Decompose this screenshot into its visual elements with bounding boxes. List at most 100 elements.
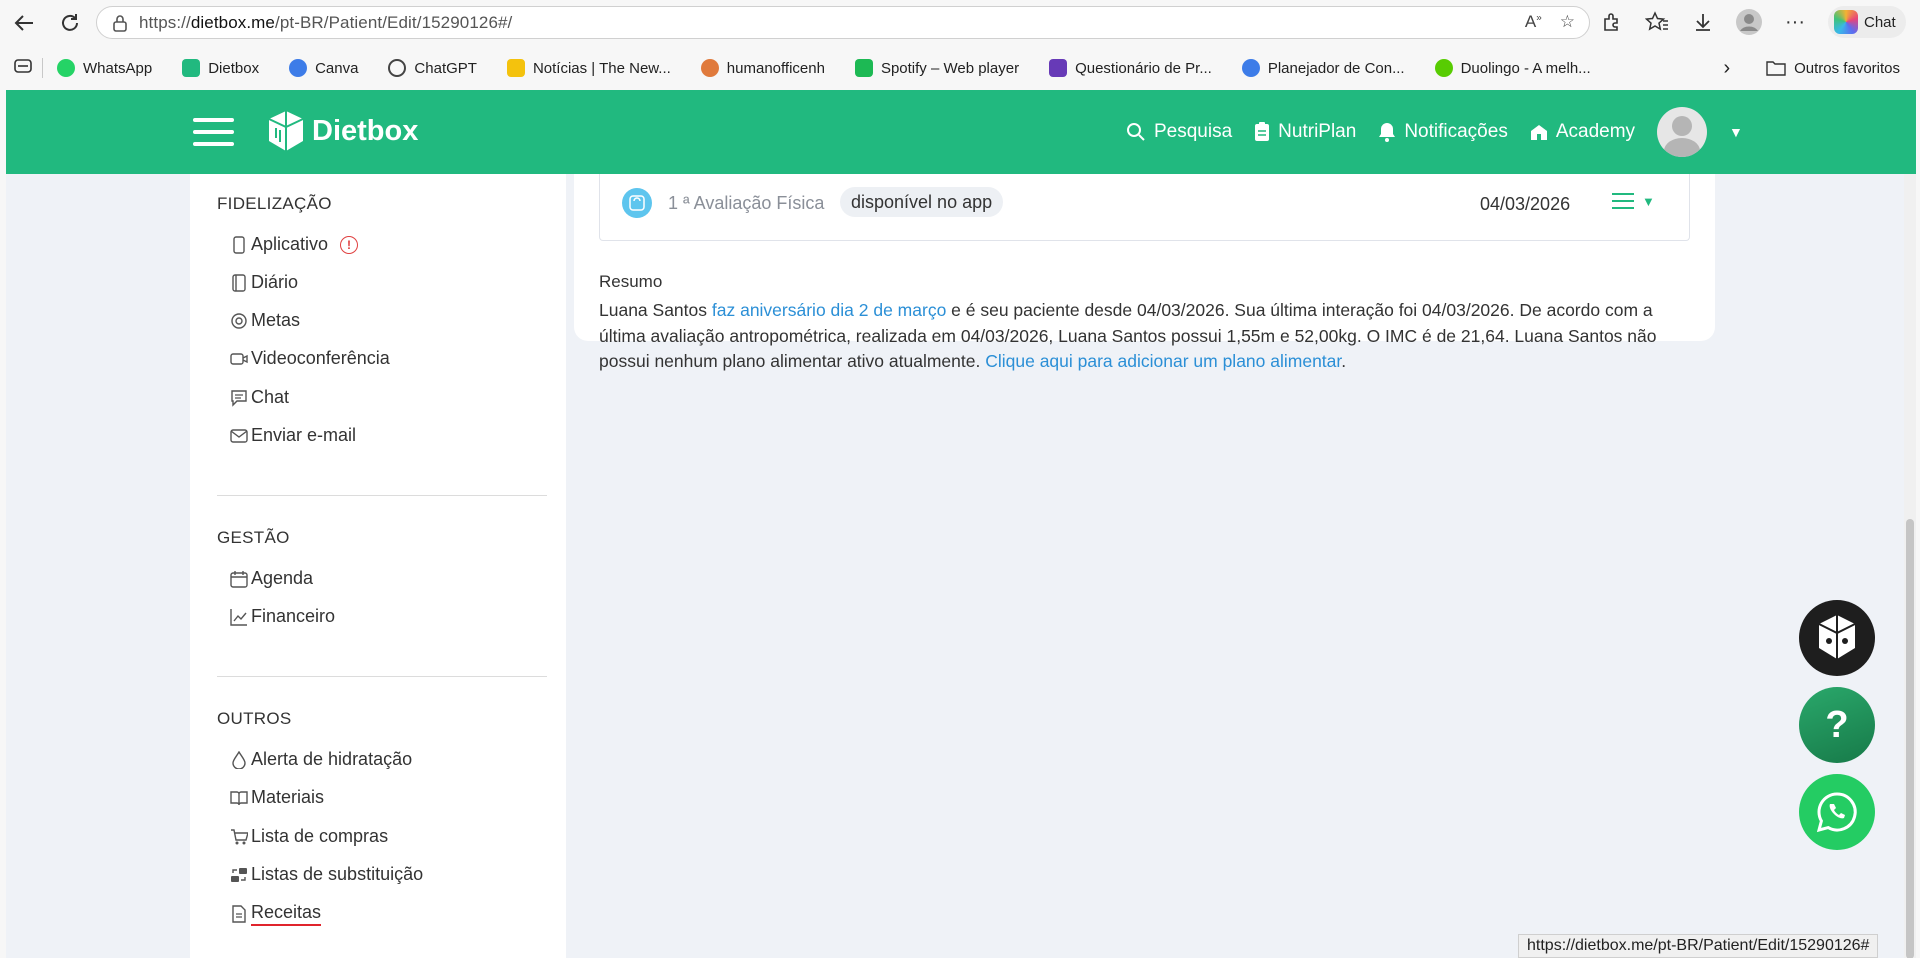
sidebar-item-chat[interactable]: Chat	[230, 387, 289, 408]
dietbox-icon	[182, 59, 201, 77]
app-available-badge: disponível no app	[840, 187, 1004, 217]
sidebar-item-listas-substituicao[interactable]: Listas de substituição	[230, 864, 423, 885]
nav-academy[interactable]: Academy	[1530, 121, 1635, 143]
address-bar[interactable]: https://dietbox.me/pt-BR/Patient/Edit/15…	[96, 6, 1590, 39]
canva-icon	[289, 59, 308, 77]
bookmark-noticias[interactable]: Notícias | The New...	[506, 59, 671, 77]
menu-hamburger-icon[interactable]	[193, 118, 234, 146]
nav-search[interactable]: Pesquisa	[1126, 121, 1232, 143]
sidebar-item-alerta-hidratacao[interactable]: Alerta de hidratação	[230, 749, 412, 770]
evaluation-row[interactable]: 1 ª Avaliação Física disponível no app 0…	[599, 174, 1690, 241]
bookmark-canva[interactable]: Canva	[289, 59, 358, 77]
section-title-gestao: GESTÃO	[217, 528, 290, 547]
news-icon	[506, 59, 525, 77]
sidebar-item-aplicativo[interactable]: Aplicativo !	[230, 234, 359, 255]
nav-nutriplan[interactable]: NutriPlan	[1254, 121, 1356, 143]
resumo-title: Resumo	[599, 272, 663, 291]
calendar-icon	[230, 570, 248, 588]
chat-icon	[230, 389, 248, 407]
logo-text: Dietbox	[312, 114, 419, 147]
birthday-link[interactable]: faz aniversário dia 2 de março	[712, 300, 946, 320]
back-icon[interactable]	[6, 5, 42, 41]
bookmarks-bar: WhatsApp Dietbox Canva ChatGPT Notícias …	[0, 46, 1920, 90]
bookmark-other-favorites[interactable]: Outros favoritos	[1766, 60, 1900, 77]
app-viewport: Dietbox Pesquisa NutriPlan Notificações …	[6, 90, 1916, 958]
patient-summary-card: 1 ª Avaliação Física disponível no app 0…	[574, 174, 1715, 371]
duolingo-icon	[1434, 59, 1453, 77]
resumo-text: Luana Santos faz aniversário dia 2 de ma…	[599, 300, 1657, 371]
copilot-chat-button[interactable]: Chat	[1828, 6, 1906, 38]
bookmark-whatsapp[interactable]: WhatsApp	[57, 59, 152, 77]
document-icon	[230, 905, 248, 923]
whatsapp-icon	[57, 59, 75, 77]
dietbox-logo[interactable]: Dietbox	[266, 108, 418, 154]
bookmark-chatgpt[interactable]: ChatGPT	[388, 59, 477, 77]
bookmark-duolingo[interactable]: Duolingo - A melh...	[1434, 59, 1591, 77]
section-title-outros: OUTROS	[217, 709, 292, 728]
bookmark-spotify[interactable]: Spotify – Web player	[854, 59, 1019, 77]
caret-down-icon: ▼	[1642, 193, 1655, 209]
patient-sidebar: FIDELIZAÇÃO Aplicativo ! Diário Metas Vi…	[190, 174, 566, 958]
chat-label: Chat	[1864, 13, 1896, 31]
scroll-thumb[interactable]	[1906, 519, 1914, 958]
chatgpt-icon	[388, 59, 407, 77]
bookmark-questionario[interactable]: Questionário de Pr...	[1049, 59, 1212, 77]
status-bar-url: https://dietbox.me/pt-BR/Patient/Edit/15…	[1518, 934, 1879, 958]
dietbox-mascot-icon	[1818, 615, 1856, 659]
forms-icon	[1049, 59, 1068, 77]
read-aloud-icon[interactable]: A»	[1525, 12, 1542, 32]
copilot-icon	[1834, 10, 1858, 34]
spotify-icon	[854, 59, 873, 77]
sidebar-item-materiais[interactable]: Materiais	[230, 787, 324, 808]
divider	[217, 676, 547, 677]
video-icon	[230, 350, 248, 368]
sidebar-item-receitas[interactable]: Receitas	[230, 902, 322, 926]
bookmark-humanoffice[interactable]: humanofficenh	[700, 59, 825, 77]
sidebar-item-metas[interactable]: Metas	[230, 310, 300, 331]
alert-icon: !	[340, 235, 359, 254]
dietbox-assistant-button[interactable]	[1799, 600, 1875, 676]
chevron-right-icon[interactable]: ›	[1723, 57, 1730, 80]
evaluation-menu-button[interactable]: ▼	[1612, 193, 1655, 209]
academy-icon	[1530, 125, 1547, 140]
page-scrollbar[interactable]	[1904, 174, 1916, 958]
nav-notifications[interactable]: Notificações	[1378, 121, 1508, 143]
user-avatar[interactable]	[1657, 107, 1708, 157]
sidebar-item-agenda[interactable]: Agenda	[230, 568, 313, 589]
favorite-star-icon[interactable]: ☆	[1560, 12, 1575, 32]
refresh-icon[interactable]	[52, 5, 88, 41]
chart-line-icon	[230, 608, 248, 626]
bookmark-planejador[interactable]: Planejador de Con...	[1241, 59, 1405, 77]
phone-icon	[230, 235, 248, 254]
app-header: Dietbox Pesquisa NutriPlan Notificações …	[6, 90, 1916, 174]
evaluation-title: 1 ª Avaliação Física	[668, 193, 825, 213]
divider	[217, 495, 547, 496]
help-button[interactable]: ?	[1799, 687, 1875, 763]
extensions-icon[interactable]	[1598, 9, 1624, 35]
book-icon	[230, 273, 248, 292]
browser-toolbar: https://dietbox.me/pt-BR/Patient/Edit/15…	[0, 0, 1920, 46]
whatsapp-float-button[interactable]	[1799, 774, 1875, 850]
scale-icon	[622, 188, 652, 218]
sidebar-item-financeiro[interactable]: Financeiro	[230, 606, 335, 627]
bookmark-dietbox[interactable]: Dietbox	[182, 59, 259, 77]
canva-icon	[1241, 59, 1260, 77]
humanoffice-icon	[700, 59, 719, 77]
more-options-icon[interactable]: ···	[1782, 9, 1808, 35]
bell-icon	[1379, 123, 1396, 142]
sidebar-item-enviar-email[interactable]: Enviar e-mail	[230, 425, 356, 446]
caret-down-icon[interactable]: ▼	[1729, 124, 1743, 140]
tab-actions-icon[interactable]	[14, 59, 32, 77]
folder-icon	[1766, 61, 1786, 76]
downloads-icon[interactable]	[1690, 9, 1716, 35]
favorites-icon[interactable]	[1644, 9, 1670, 35]
dietbox-logo-icon	[268, 111, 304, 151]
profile-avatar-icon[interactable]	[1736, 9, 1762, 35]
sidebar-item-diario[interactable]: Diário	[230, 272, 298, 293]
sidebar-item-lista-compras[interactable]: Lista de compras	[230, 826, 388, 847]
section-title-fidelizacao: FIDELIZAÇÃO	[217, 194, 332, 213]
site-info-icon[interactable]	[111, 14, 129, 32]
evaluation-date: 04/03/2026	[1480, 194, 1571, 214]
sidebar-item-videoconferencia[interactable]: Videoconferência	[230, 348, 390, 369]
add-meal-plan-link[interactable]: Clique aqui para adicionar um plano alim…	[985, 351, 1341, 371]
